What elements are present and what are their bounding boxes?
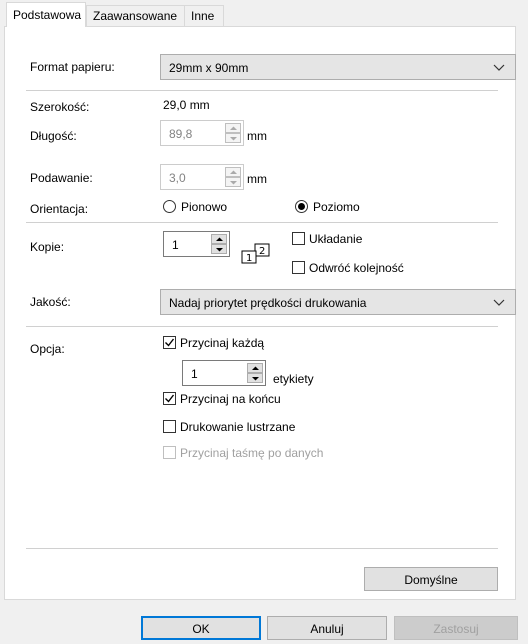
separator: [26, 326, 498, 327]
cut-each-label[interactable]: Przycinaj każdą: [180, 336, 264, 350]
cancel-button[interactable]: Anuluj: [267, 616, 387, 640]
collate-checkbox[interactable]: [292, 232, 305, 245]
option-label: Opcja:: [30, 342, 65, 356]
tab-strip: Podstawowa Zaawansowane Inne: [0, 0, 528, 27]
paper-format-select[interactable]: 29mm x 90mm: [160, 54, 516, 80]
tab-advanced[interactable]: Zaawansowane: [86, 5, 185, 27]
reverse-order-label[interactable]: Odwróć kolejność: [309, 261, 404, 275]
length-label: Długość:: [30, 129, 77, 143]
copies-down-button[interactable]: [211, 244, 227, 254]
paper-format-value: 29mm x 90mm: [169, 61, 249, 75]
mirror-print-label[interactable]: Drukowanie lustrzane: [180, 420, 295, 434]
arrow-up-icon: [252, 366, 259, 370]
cut-each-value: 1: [191, 367, 198, 381]
separator: [26, 548, 498, 549]
arrow-down-icon: [230, 137, 237, 141]
tab-other[interactable]: Inne: [184, 5, 224, 27]
collate-label[interactable]: Układanie: [309, 232, 362, 246]
orientation-landscape-label[interactable]: Poziomo: [313, 200, 360, 214]
width-label: Szerokość:: [30, 100, 90, 114]
copies-up-button[interactable]: [211, 234, 227, 244]
copies-label: Kopie:: [30, 240, 65, 254]
checkmark-icon: [165, 394, 175, 403]
svg-text:1: 1: [246, 253, 252, 264]
cut-tape-checkbox[interactable]: [163, 446, 176, 459]
orientation-portrait-radio[interactable]: [163, 200, 176, 213]
chevron-down-icon: [493, 61, 505, 73]
length-up-button[interactable]: [225, 123, 241, 133]
feed-stepper[interactable]: 3,0: [160, 164, 244, 190]
arrow-down-icon: [230, 181, 237, 185]
width-value: 29,0 mm: [163, 98, 210, 112]
length-down-button[interactable]: [225, 133, 241, 143]
radio-selected-dot: [298, 203, 305, 210]
tab-basic[interactable]: Podstawowa: [6, 2, 86, 27]
cut-each-checkbox[interactable]: [163, 336, 176, 349]
orientation-portrait-label[interactable]: Pionowo: [181, 200, 227, 214]
labels-unit: etykiety: [273, 372, 314, 386]
feed-value: 3,0: [169, 171, 186, 185]
separator: [26, 222, 498, 223]
length-stepper[interactable]: 89,8: [160, 120, 244, 146]
collate-pages-icon: 2 1: [241, 243, 275, 268]
defaults-button[interactable]: Domyślne: [364, 567, 498, 591]
ok-button[interactable]: OK: [141, 616, 261, 640]
quality-value: Nadaj priorytet prędkości drukowania: [169, 296, 367, 310]
arrow-down-icon: [252, 377, 259, 381]
svg-text:2: 2: [259, 246, 265, 257]
apply-button[interactable]: Zastosuj: [394, 616, 518, 640]
orientation-label: Orientacja:: [30, 202, 89, 216]
length-value: 89,8: [169, 127, 193, 141]
feed-up-button[interactable]: [225, 167, 241, 177]
cut-at-end-checkbox[interactable]: [163, 392, 176, 405]
separator: [26, 90, 498, 91]
copies-value: 1: [172, 238, 179, 252]
chevron-down-icon: [493, 296, 505, 308]
cut-each-up-button[interactable]: [247, 363, 263, 373]
arrow-up-icon: [216, 237, 223, 241]
quality-select[interactable]: Nadaj priorytet prędkości drukowania: [160, 289, 516, 315]
orientation-landscape-radio[interactable]: [295, 200, 308, 213]
cut-each-down-button[interactable]: [247, 373, 263, 383]
cut-tape-label[interactable]: Przycinaj taśmę po danych: [180, 446, 323, 460]
arrow-up-icon: [230, 126, 237, 130]
feed-unit: mm: [247, 172, 267, 186]
arrow-down-icon: [216, 248, 223, 252]
copies-stepper[interactable]: 1: [163, 231, 230, 257]
arrow-up-icon: [230, 170, 237, 174]
length-unit: mm: [247, 129, 267, 143]
paper-format-label: Format papieru:: [30, 60, 115, 74]
feed-label: Podawanie:: [30, 171, 93, 185]
feed-down-button[interactable]: [225, 177, 241, 187]
cut-each-stepper[interactable]: 1: [182, 360, 266, 386]
mirror-print-checkbox[interactable]: [163, 420, 176, 433]
reverse-order-checkbox[interactable]: [292, 261, 305, 274]
cut-at-end-label[interactable]: Przycinaj na końcu: [180, 392, 281, 406]
quality-label: Jakość:: [30, 295, 71, 309]
checkmark-icon: [165, 338, 175, 347]
